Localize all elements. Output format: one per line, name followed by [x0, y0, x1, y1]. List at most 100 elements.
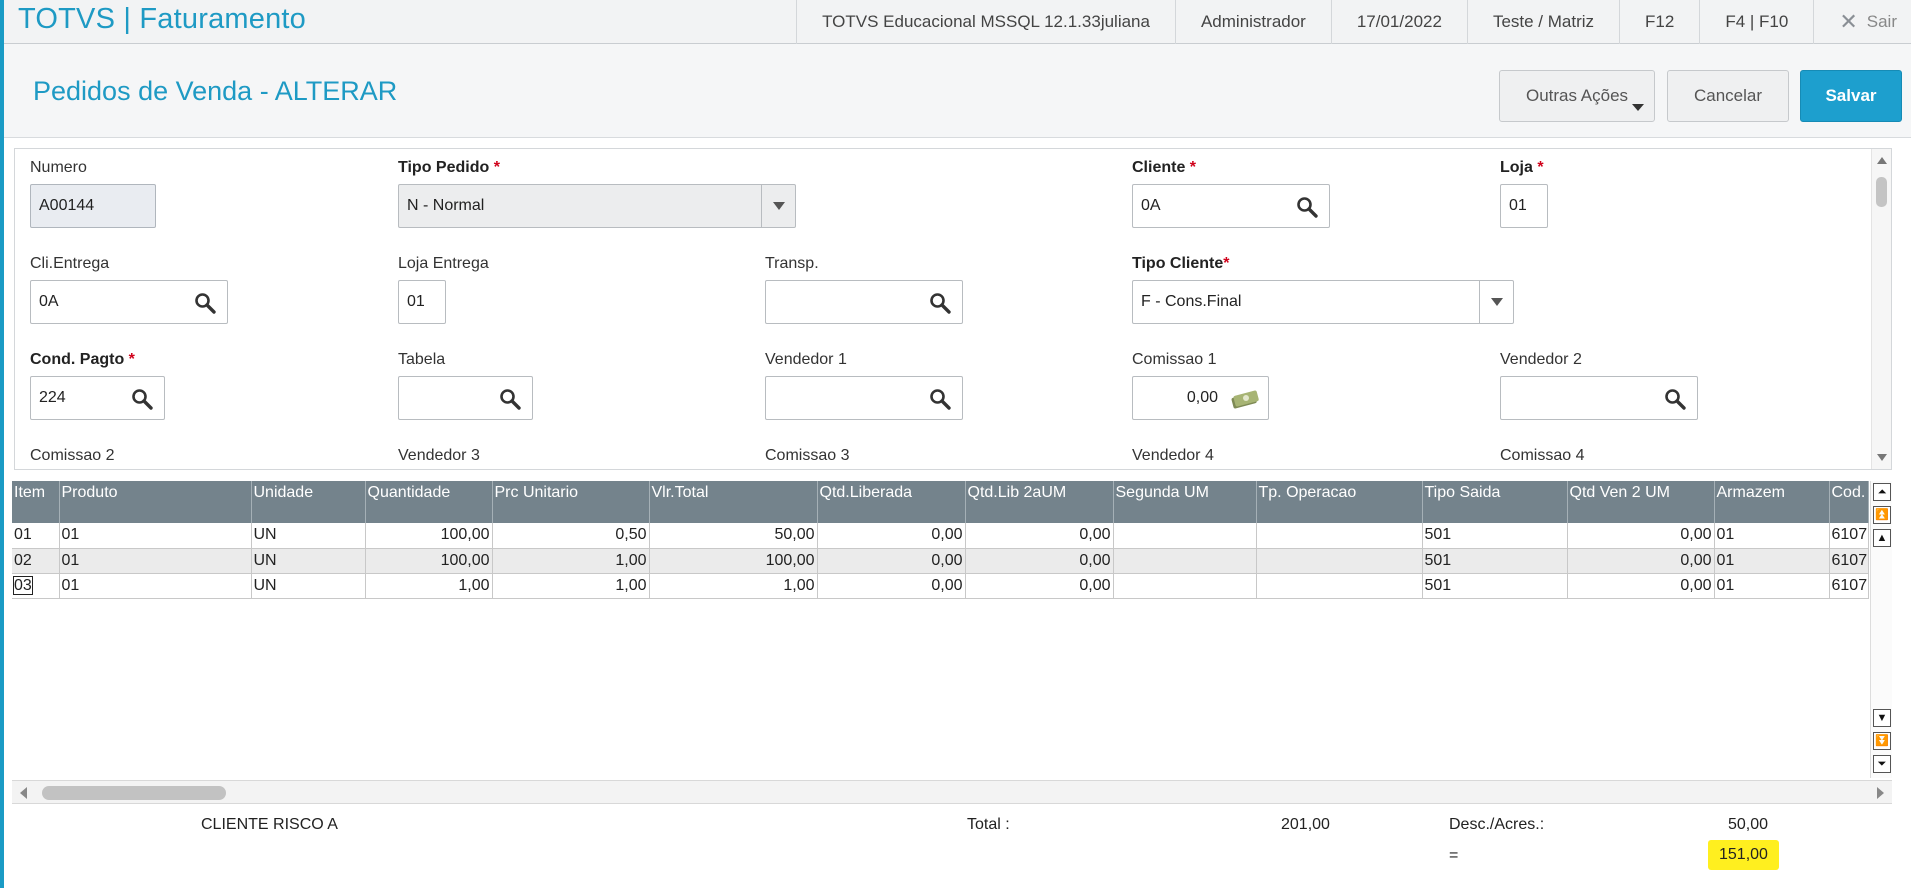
cell-tipo-saida[interactable]: 501 [1422, 573, 1568, 599]
tipo-cliente-select[interactable]: F - Cons.Final [1132, 280, 1514, 324]
search-icon[interactable] [1663, 387, 1687, 411]
table-row[interactable]: 02 01 UN 100,00 1,00 100,00 0,00 0,00 50… [12, 548, 1869, 574]
column-header[interactable]: Prc Unitario [492, 481, 650, 523]
cell-quantidade[interactable]: 100,00 [365, 523, 493, 549]
outras-acoes-button[interactable]: Outras Ações [1499, 70, 1655, 122]
cell-qtd-lib-2aum[interactable]: 0,00 [965, 548, 1114, 574]
shortcut-f12[interactable]: F12 [1619, 0, 1699, 44]
search-icon[interactable] [130, 387, 154, 411]
cell-produto[interactable]: 01 [59, 523, 252, 549]
cell-qtd-liberada[interactable]: 0,00 [817, 573, 966, 599]
column-header[interactable]: Qtd.Liberada [817, 481, 966, 523]
cell-vlr-total[interactable]: 100,00 [649, 548, 818, 574]
tabela-field[interactable] [398, 376, 533, 420]
cell-armazem[interactable]: 01 [1714, 548, 1830, 574]
date-info[interactable]: 17/01/2022 [1330, 0, 1467, 44]
scroll-thumb[interactable] [42, 786, 226, 800]
column-header[interactable]: Quantidade [365, 481, 493, 523]
vendedor2-field[interactable] [1500, 376, 1698, 420]
dropdown-arrow-icon[interactable] [1479, 281, 1513, 323]
cell-quantidade[interactable]: 100,00 [365, 548, 493, 574]
cell-unidade[interactable]: UN [251, 523, 366, 549]
numero-field[interactable]: A00144 [30, 184, 156, 228]
cell-tipo-saida[interactable]: 501 [1422, 548, 1568, 574]
search-icon[interactable] [928, 291, 952, 315]
transp-field[interactable] [765, 280, 963, 324]
column-header[interactable]: Tp. Operacao [1256, 481, 1423, 523]
dropdown-arrow-icon[interactable] [761, 185, 795, 227]
table-row[interactable]: 01 01 UN 100,00 0,50 50,00 0,00 0,00 501… [12, 523, 1869, 549]
grid-horizontal-scrollbar[interactable] [12, 780, 1892, 804]
cell-item[interactable]: 03 [12, 573, 60, 599]
cell-armazem[interactable]: 01 [1714, 523, 1830, 549]
save-button[interactable]: Salvar [1800, 70, 1902, 122]
cell-produto[interactable]: 01 [59, 548, 252, 574]
column-header[interactable]: Armazem [1714, 481, 1830, 523]
cliente-field[interactable]: 0A [1132, 184, 1330, 228]
scroll-page-down-icon[interactable]: ⏬ [1873, 732, 1891, 750]
search-icon[interactable] [498, 387, 522, 411]
cell-cod-f[interactable]: 6107 [1829, 573, 1869, 599]
search-icon[interactable] [193, 291, 217, 315]
form-vertical-scrollbar[interactable] [1871, 149, 1891, 469]
user-info[interactable]: Administrador [1174, 0, 1331, 44]
cell-prc-unitario[interactable]: 1,00 [492, 548, 650, 574]
cell-item[interactable]: 02 [12, 548, 60, 574]
cell-tp-operacao[interactable] [1256, 573, 1423, 599]
cell-tp-operacao[interactable] [1256, 548, 1423, 574]
cell-vlr-total[interactable]: 50,00 [649, 523, 818, 549]
cell-segunda-um[interactable] [1113, 573, 1257, 599]
column-header[interactable]: Unidade [251, 481, 366, 523]
comissao1-field[interactable]: 0,00 [1132, 376, 1269, 420]
loja-entrega-field[interactable]: 01 [398, 280, 446, 324]
branch-info[interactable]: Teste / Matriz [1466, 0, 1619, 44]
cell-qtd-ven-2-um[interactable]: 0,00 [1567, 548, 1715, 574]
loja-field[interactable]: 01 [1500, 184, 1548, 228]
cell-qtd-liberada[interactable]: 0,00 [817, 548, 966, 574]
cli-entrega-field[interactable]: 0A [30, 280, 228, 324]
scroll-last-icon[interactable]: ⏷ [1873, 755, 1891, 773]
column-header[interactable]: Cod. F [1829, 481, 1869, 523]
cell-produto[interactable]: 01 [59, 573, 252, 599]
shortcut-f4-f10[interactable]: F4 | F10 [1699, 0, 1813, 44]
scroll-down-icon[interactable] [1877, 454, 1887, 461]
cell-item[interactable]: 01 [12, 523, 60, 549]
vendedor1-field[interactable] [765, 376, 963, 420]
cell-qtd-lib-2aum[interactable]: 0,00 [965, 573, 1114, 599]
cell-unidade[interactable]: UN [251, 573, 366, 599]
column-header[interactable]: Produto [59, 481, 252, 523]
cell-segunda-um[interactable] [1113, 523, 1257, 549]
column-header[interactable]: Qtd Ven 2 UM [1567, 481, 1715, 523]
cell-qtd-ven-2-um[interactable]: 0,00 [1567, 523, 1715, 549]
cell-vlr-total[interactable]: 1,00 [649, 573, 818, 599]
scroll-up-icon[interactable] [1877, 157, 1887, 164]
cell-cod-f[interactable]: 6107 [1829, 548, 1869, 574]
focused-cell-value[interactable]: 03 [13, 575, 33, 595]
scroll-thumb[interactable] [1876, 177, 1887, 207]
scroll-right-icon[interactable] [1877, 787, 1884, 799]
cell-qtd-liberada[interactable]: 0,00 [817, 523, 966, 549]
search-icon[interactable] [928, 387, 952, 411]
cond-pagto-field[interactable]: 224 [30, 376, 165, 420]
scroll-left-icon[interactable] [20, 787, 27, 799]
environment-info[interactable]: TOTVS Educacional MSSQL 12.1.33juliana [796, 0, 1175, 44]
cell-tp-operacao[interactable] [1256, 523, 1423, 549]
cell-tipo-saida[interactable]: 501 [1422, 523, 1568, 549]
cell-quantidade[interactable]: 1,00 [365, 573, 493, 599]
cell-cod-f[interactable]: 6107 [1829, 523, 1869, 549]
scroll-page-up-icon[interactable]: ⏫ [1873, 506, 1891, 524]
cell-armazem[interactable]: 01 [1714, 573, 1830, 599]
search-icon[interactable] [1295, 195, 1319, 219]
cell-prc-unitario[interactable]: 0,50 [492, 523, 650, 549]
table-row[interactable]: 03 01 UN 1,00 1,00 1,00 0,00 0,00 501 0,… [12, 573, 1869, 599]
column-header[interactable]: Tipo Saida [1422, 481, 1568, 523]
scroll-first-icon[interactable]: ⏶ [1873, 483, 1891, 501]
cell-qtd-ven-2-um[interactable]: 0,00 [1567, 573, 1715, 599]
cell-qtd-lib-2aum[interactable]: 0,00 [965, 523, 1114, 549]
column-header[interactable]: Item [12, 481, 60, 523]
exit-button[interactable]: ✕ Sair [1813, 0, 1911, 44]
scroll-down-icon[interactable]: ▼ [1873, 709, 1891, 727]
cell-segunda-um[interactable] [1113, 548, 1257, 574]
tipo-pedido-select[interactable]: N - Normal [398, 184, 796, 228]
cancel-button[interactable]: Cancelar [1667, 70, 1789, 122]
